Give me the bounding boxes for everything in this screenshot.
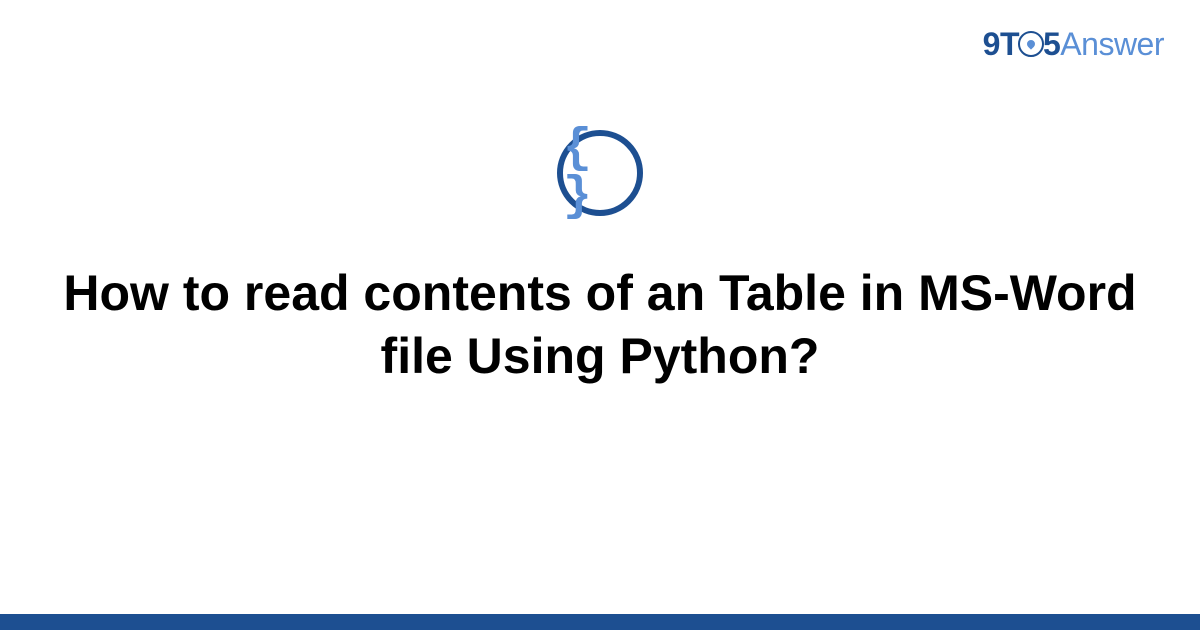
logo-t: T <box>1000 26 1019 62</box>
logo-answer: Answer <box>1060 26 1164 62</box>
site-logo[interactable]: 9T5Answer <box>983 26 1164 63</box>
code-braces-icon: { } <box>557 130 643 216</box>
page-title: How to read contents of an Table in MS-W… <box>0 262 1200 387</box>
logo-o-icon <box>1018 31 1044 57</box>
footer-bar <box>0 614 1200 630</box>
logo-five: 5 <box>1043 26 1060 62</box>
logo-nine: 9 <box>983 26 1000 62</box>
braces-glyph: { } <box>563 125 637 221</box>
